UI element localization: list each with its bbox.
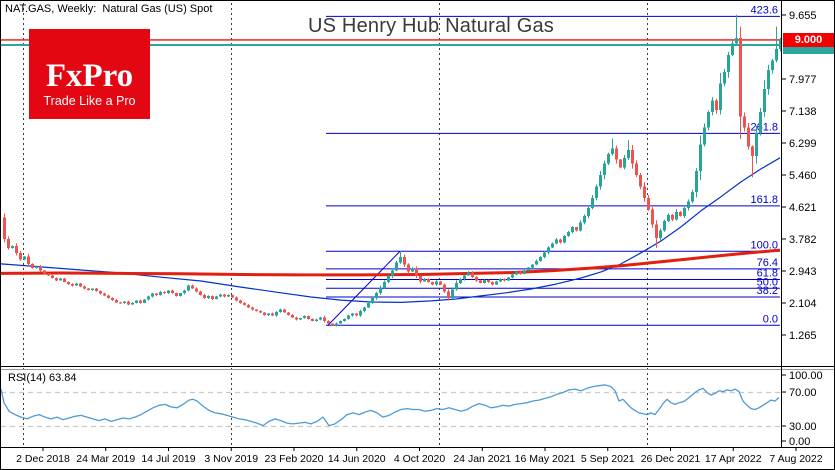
chart-heading: US Henry Hub Natural Gas	[241, 15, 621, 38]
fib-level-label: 38.2	[757, 285, 778, 297]
price-axis-label: 5.460	[789, 170, 817, 182]
rsi-axis-label: 70.00	[789, 387, 817, 399]
time-axis[interactable]: 2 Dec 2018 24 Mar 2019 14 Jul 2019 3 Nov 20…	[16, 448, 823, 465]
rsi-panel	[1, 385, 780, 427]
price-axis-label: 2.943	[789, 266, 817, 278]
price-axis-label: 4.621	[789, 202, 817, 214]
price-axis-label: 9.655	[789, 10, 817, 22]
rsi-axis-label: 30.00	[789, 421, 817, 433]
price-axis-label: 7.138	[789, 106, 817, 118]
rsi-indicator-label: RSI(14) 63.84	[8, 372, 76, 384]
time-axis-label: 2 Dec 2018	[16, 453, 70, 465]
time-axis-label: 14 Jun 2020	[328, 453, 386, 465]
fxpro-logo-tagline: Trade Like a Pro	[29, 94, 150, 108]
price-axis-label: 3.782	[789, 234, 817, 246]
chart-symbol-title: NAT.GAS, Weekly: Natural Gas (US) Spot	[5, 3, 212, 15]
price-axis-label: 2.104	[789, 298, 817, 310]
time-axis-label: 16 May 2021	[515, 453, 576, 465]
time-axis-label: 7 Aug 2022	[769, 453, 822, 465]
fib-level-label: 0.0	[763, 313, 778, 325]
rsi-axis[interactable]: 100.00 70.00 30.00 0.00	[781, 370, 823, 448]
chart-window: 423.6261.8161.8100.076.461.850.038.20.09…	[0, 0, 835, 470]
price-axis[interactable]: 9.655 7.977 7.138 6.299 5.460 4.621 3.782 2.943…	[781, 10, 817, 342]
time-axis-label: 26 Dec 2021	[641, 453, 701, 465]
rsi-line	[1, 385, 779, 426]
fibonacci-retracement: 423.6261.8161.8100.076.461.850.038.20.0	[326, 4, 780, 325]
time-axis-label: 3 Nov 2019	[204, 453, 258, 465]
fib-level-label: 423.6	[750, 4, 778, 16]
time-axis-label: 4 Oct 2020	[394, 453, 446, 465]
fxpro-logo-text: FxPro	[29, 61, 150, 91]
price-axis-label: 7.977	[789, 74, 817, 86]
time-axis-label: 14 Jul 2019	[141, 453, 195, 465]
rsi-axis-label: 0.00	[789, 436, 810, 448]
fib-level-label: 261.8	[750, 121, 778, 133]
time-axis-label: 24 Jan 2021	[453, 453, 511, 465]
time-axis-label: 24 Mar 2019	[76, 453, 135, 465]
time-axis-label: 5 Sep 2021	[581, 453, 635, 465]
rsi-axis-label: 100.00	[789, 370, 823, 382]
current-price-tag: 9.000	[783, 33, 834, 47]
price-axis-label: 1.265	[789, 330, 817, 342]
fib-level-label: 161.8	[750, 194, 778, 206]
time-axis-label: 17 Apr 2022	[705, 453, 762, 465]
ma-red-line	[1, 250, 780, 275]
price-axis-label: 6.299	[789, 138, 817, 150]
time-axis-label: 23 Feb 2020	[265, 453, 324, 465]
fxpro-logo: FxPro Trade Like a Pro	[29, 29, 150, 119]
